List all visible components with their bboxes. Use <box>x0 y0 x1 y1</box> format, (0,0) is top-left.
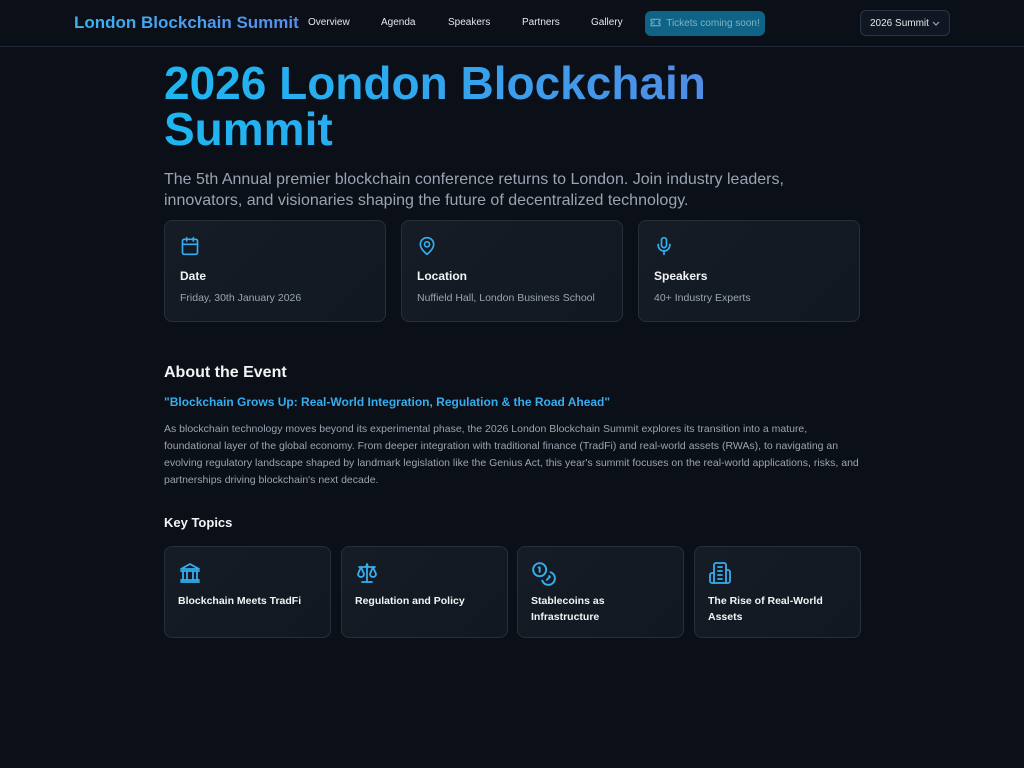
topic-card-rwa: The Rise of Real-World Assets <box>694 546 861 638</box>
info-card-value: 40+ Industry Experts <box>654 292 751 304</box>
nav-link-speakers[interactable]: Speakers <box>448 17 490 28</box>
about-description: As blockchain technology moves beyond it… <box>164 423 859 486</box>
key-topics-heading: Key Topics <box>164 515 233 530</box>
info-card-value: Friday, 30th January 2026 <box>180 292 302 304</box>
top-navbar: London Blockchain Summit Overview Agenda… <box>0 0 1024 47</box>
topic-name: Blockchain Meets TradFi <box>178 595 302 607</box>
nav-link-partners[interactable]: Partners <box>522 17 560 28</box>
about-tagline: "Blockchain Grows Up: Real-World Integra… <box>164 395 611 409</box>
info-card-speakers: Speakers 40+ Industry Experts <box>638 220 860 322</box>
scales-icon <box>355 561 379 590</box>
hero-subtitle: The 5th Annual premier blockchain confer… <box>164 171 784 209</box>
nav-link-agenda[interactable]: Agenda <box>381 17 415 28</box>
topic-card-tradfi: Blockchain Meets TradFi <box>164 546 331 638</box>
info-card-value: Nuffield Hall, London Business School <box>417 292 595 304</box>
topic-card-regulation: Regulation and Policy <box>341 546 508 638</box>
info-card-label: Location <box>417 269 467 283</box>
bank-icon <box>178 561 202 590</box>
info-card-date: Date Friday, 30th January 2026 <box>164 220 386 322</box>
tickets-button[interactable]: Tickets coming soon! <box>645 11 765 36</box>
nav-link-overview[interactable]: Overview <box>308 17 350 28</box>
document-icon <box>708 561 732 590</box>
info-card-location: Location Nuffield Hall, London Business … <box>401 220 623 322</box>
info-card-label: Speakers <box>654 269 708 283</box>
topic-name: Stablecoins as Infrastructure <box>531 595 605 623</box>
coins-icon <box>531 561 557 592</box>
topic-name: The Rise of Real-World Assets <box>708 595 823 623</box>
chevron-down-icon <box>932 18 940 29</box>
ticket-icon <box>650 18 661 30</box>
summit-select-value: 2026 Summit <box>870 17 929 29</box>
topic-card-stablecoins: Stablecoins as Infrastructure <box>517 546 684 638</box>
tickets-button-label: Tickets coming soon! <box>666 18 760 29</box>
nav-link-gallery[interactable]: Gallery <box>591 17 623 28</box>
info-card-label: Date <box>180 269 207 283</box>
calendar-icon <box>180 236 200 261</box>
brand-logo[interactable]: London Blockchain Summit <box>74 13 299 33</box>
about-heading: About the Event <box>164 364 287 381</box>
topic-name: Regulation and Policy <box>355 595 465 607</box>
page-title: 2026 London Blockchain Summit <box>164 60 864 152</box>
microphone-icon <box>654 236 674 261</box>
summit-select[interactable]: 2026 Summit <box>860 10 950 36</box>
location-pin-icon <box>417 236 437 261</box>
